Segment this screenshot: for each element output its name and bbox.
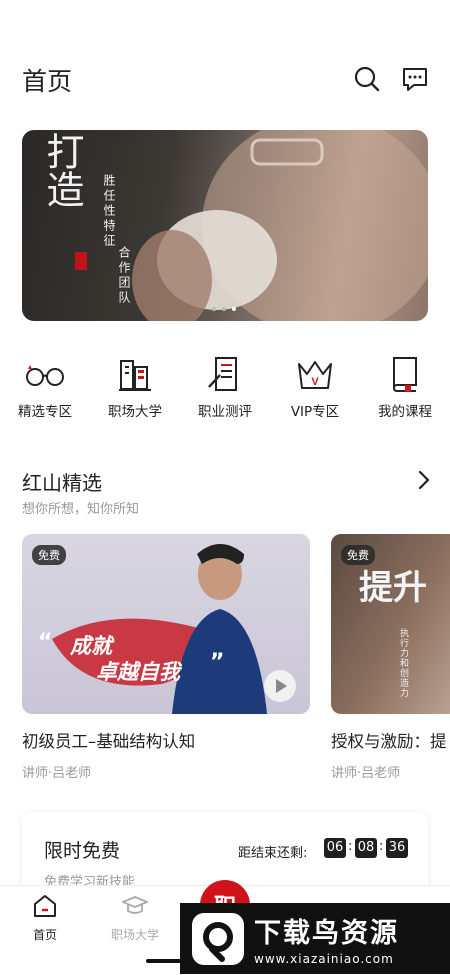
quick-nav-my-courses[interactable]: 我的课程 bbox=[360, 352, 450, 420]
countdown-minutes: 08 bbox=[355, 838, 377, 858]
tab-label: 首页 bbox=[32, 928, 57, 942]
banner-calligraphy-line1: 胜任性特征 bbox=[102, 174, 116, 249]
tab-home[interactable]: 首页 bbox=[10, 894, 80, 943]
bird-logo-icon bbox=[192, 912, 244, 965]
tab-label: 职场大学 bbox=[110, 928, 159, 942]
carousel-dots bbox=[212, 307, 236, 311]
course-card[interactable]: 免费 提升 执行力和创造力 授权与激励：提 讲师·吕老师 bbox=[331, 534, 450, 781]
quick-nav-label: VIP专区 bbox=[290, 404, 340, 420]
page-title: 首页 bbox=[22, 67, 73, 96]
countdown-separator: : bbox=[348, 839, 353, 854]
play-icon[interactable] bbox=[266, 672, 296, 702]
quote-open-icon: “ bbox=[38, 630, 53, 655]
svg-text:V: V bbox=[311, 376, 319, 388]
quick-nav-label: 我的课程 bbox=[378, 404, 432, 420]
quick-nav-assessment[interactable]: 职业测评 bbox=[180, 352, 270, 420]
tab-college[interactable]: 职场大学 bbox=[100, 894, 170, 943]
course-teacher: 讲师·吕老师 bbox=[22, 766, 92, 781]
banner-calligraphy-line2: 合作团队 bbox=[117, 246, 131, 306]
course-teacher: 讲师·吕老师 bbox=[331, 766, 401, 781]
countdown-hours: 06 bbox=[324, 838, 346, 858]
card-overlay-line2: 卓越自我 bbox=[96, 660, 180, 684]
book-icon bbox=[383, 352, 427, 396]
section-title: 红山精选 bbox=[22, 471, 102, 495]
section-subtitle: 想你所想，知你所知 bbox=[22, 502, 140, 517]
message-icon[interactable] bbox=[400, 64, 430, 94]
crown-icon: V bbox=[293, 352, 337, 396]
watermark-logo: 下载鸟资源 www.xiazainiao.com bbox=[180, 903, 450, 974]
quick-nav-label: 职场大学 bbox=[108, 404, 162, 420]
watermark-url: www.xiazainiao.com bbox=[254, 952, 394, 966]
quote-close-icon: ” bbox=[210, 650, 225, 675]
glasses-icon bbox=[23, 352, 67, 396]
course-title[interactable]: 授权与激励：提 bbox=[331, 728, 450, 752]
quick-nav: 精选专区 职场大学 职业测评 V VIP专区 我的课程 bbox=[0, 352, 450, 420]
countdown-separator: : bbox=[379, 839, 384, 854]
card-overlay-small: 执行力和创造力 bbox=[398, 628, 408, 698]
quick-nav-featured[interactable]: 精选专区 bbox=[0, 352, 90, 420]
course-thumbnail[interactable]: 免费 “ 成就 卓越自我 ” bbox=[22, 534, 310, 714]
search-icon[interactable] bbox=[352, 64, 382, 94]
countdown-seconds: 36 bbox=[386, 838, 408, 858]
quick-nav-vip[interactable]: V VIP专区 bbox=[270, 352, 360, 420]
quick-nav-college[interactable]: 职场大学 bbox=[90, 352, 180, 420]
quick-nav-label: 职业测评 bbox=[198, 404, 252, 420]
course-card[interactable]: 免费 “ 成就 卓越自我 ” 初级员工–基础结构认知 讲师·吕老师 bbox=[22, 534, 310, 781]
limited-free-title: 限时免费 bbox=[44, 840, 121, 862]
quick-nav-label: 精选专区 bbox=[18, 404, 72, 420]
free-badge: 免费 bbox=[32, 545, 66, 565]
graduation-cap-icon bbox=[121, 894, 149, 922]
course-title[interactable]: 初级员工–基础结构认知 bbox=[22, 728, 310, 752]
banner-carousel[interactable]: 打造 胜任性特征 合作团队 bbox=[22, 130, 428, 321]
document-pen-icon bbox=[203, 352, 247, 396]
carousel-dot[interactable] bbox=[212, 307, 216, 311]
carousel-dot-active[interactable] bbox=[232, 307, 236, 311]
seal-stamp-icon bbox=[75, 252, 87, 270]
watermark-name: 下载鸟资源 bbox=[254, 918, 399, 949]
countdown-label: 距结束还剩: bbox=[238, 846, 308, 861]
banner-calligraphy-title: 打造 bbox=[40, 132, 84, 208]
chevron-right-icon[interactable] bbox=[412, 468, 436, 492]
building-icon bbox=[113, 352, 157, 396]
course-thumbnail[interactable]: 免费 提升 执行力和创造力 bbox=[331, 534, 450, 714]
carousel-dot[interactable] bbox=[222, 307, 226, 311]
card-overlay-calligraphy: 提升 bbox=[359, 568, 427, 608]
home-icon bbox=[32, 894, 58, 922]
